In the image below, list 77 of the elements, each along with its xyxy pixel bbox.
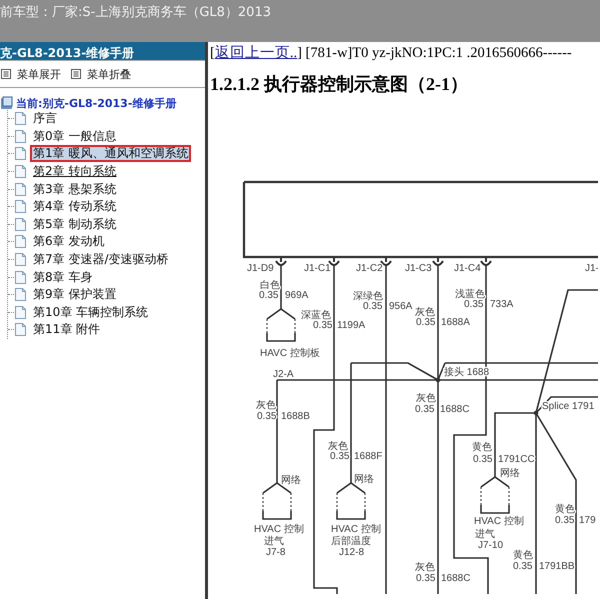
- diagram-label: 0.35: [473, 454, 492, 465]
- diagram-label: 0.35: [363, 301, 382, 312]
- menu-toggle-button[interactable]: 菜单折叠: [71, 66, 131, 82]
- tree-item[interactable]: 第9章 保护装置: [30, 286, 120, 304]
- diagram-label: J7-8: [266, 547, 286, 558]
- tree-item[interactable]: 第5章 制动系统: [30, 216, 120, 233]
- section-heading: 1.2.1.2 执行器控制示意图（2-1）: [210, 73, 469, 96]
- diagram-label: 0.35: [257, 411, 276, 422]
- diagram-label: J7-10: [478, 540, 504, 551]
- diagram-label: 灰色: [415, 307, 435, 318]
- diagram-label: 灰色: [328, 441, 348, 452]
- diagram-label: 0.35: [416, 573, 436, 584]
- diagram-label: J2-A: [273, 369, 294, 380]
- diagram-label: 1688F: [354, 451, 382, 462]
- menu-toggle-button[interactable]: 菜单展开: [1, 66, 61, 82]
- diagram-label: 进气: [264, 536, 284, 547]
- tree-item[interactable]: 序言: [30, 110, 60, 128]
- diagram-label: 1199A: [337, 320, 366, 331]
- diagram-label: 网络: [281, 475, 301, 486]
- breadcrumb-line: [返回上一页..] [781-w]T0 yz-jkNO:1PC:1 .2016560666------: [210, 44, 573, 62]
- diagram-label: 0.35: [416, 317, 436, 328]
- diagram-label: 黄色: [472, 442, 492, 453]
- diagram-label: 0.35: [555, 515, 574, 526]
- tree-root-label[interactable]: 当前:别克-GL8-2013-维修手册: [16, 96, 176, 110]
- tree-item[interactable]: 第0章 一般信息: [30, 128, 120, 145]
- diagram-label: 1688A: [441, 317, 470, 328]
- diagram-label: HVAC 控制: [474, 516, 524, 527]
- tree-item[interactable]: 第10章 车辆控制系统: [30, 304, 152, 321]
- diagram-label: 0.35: [415, 404, 434, 415]
- tree-item[interactable]: 第4章 传动系统: [30, 198, 120, 216]
- diagram-label: 网络: [354, 474, 374, 485]
- diagram-label: HAVC 控制板: [260, 348, 320, 359]
- diagram-label: HVAC 控制: [254, 524, 304, 535]
- diagram-label: 733A: [490, 299, 514, 310]
- diagram-label: 1688C: [440, 404, 470, 415]
- diagram-label: 0.35: [259, 290, 278, 301]
- diagram-label: 1791BB: [539, 561, 575, 572]
- diagram-label: 白色: [260, 280, 280, 291]
- diagram-label: J1-D9: [247, 263, 274, 274]
- diagram-label: HVAC 控制: [331, 524, 381, 535]
- diagram-label: 网络: [500, 468, 520, 479]
- manual-title: 克-GL8-2013-维修手册: [0, 46, 134, 60]
- diagram-label: 0.35: [513, 561, 532, 572]
- diagram-label: 969A: [285, 290, 308, 301]
- tree-item[interactable]: 第6章 发动机: [30, 233, 108, 250]
- diagram-label: 灰色: [416, 393, 436, 404]
- diagram-label: 1688B: [281, 411, 310, 422]
- diagram-label: J1-C4: [454, 263, 481, 274]
- back-link[interactable]: 返回上一页..: [214, 45, 298, 61]
- diagram-label: 956A: [389, 301, 412, 312]
- diagram-label: 黄色: [555, 504, 575, 515]
- diagram-label: 黄色: [513, 550, 533, 561]
- tree-item[interactable]: 第8章 车身: [30, 268, 96, 286]
- tree-item[interactable]: 第1章 暖风、通风和空调系统: [30, 145, 192, 162]
- diagram-label: 后部温度: [331, 536, 371, 547]
- diagram-label: 179: [579, 515, 596, 526]
- diagram-label: 浅蓝色: [455, 289, 485, 300]
- diagram-label: 1688C: [441, 573, 470, 584]
- diagram-label: J12-8: [339, 547, 364, 558]
- tree-item[interactable]: 第11章 附件: [30, 321, 104, 338]
- diagram-label: 深蓝色: [301, 310, 331, 321]
- diagram-label: J1-C1: [304, 263, 331, 274]
- diagram-label: 深绿色: [353, 291, 383, 302]
- diagram-label: 灰色: [415, 562, 435, 573]
- tree-item[interactable]: 第3章 悬架系统: [30, 180, 120, 198]
- diagram-label: 0.35: [313, 320, 332, 331]
- tree-item[interactable]: 第2章 转向系统: [30, 163, 120, 180]
- diagram-label: 灰色: [256, 400, 276, 411]
- diagram-label: J1-C2: [356, 263, 383, 274]
- tree-item[interactable]: 第7章 变速器/变速驱动桥: [30, 251, 172, 268]
- diagram-label: Splice 1791: [542, 401, 594, 412]
- vehicle-title: 前车型：厂家:S-上海别克商务车（GL8）2013: [0, 4, 272, 21]
- diagram-label: 1791CC: [498, 454, 535, 465]
- diagram-label: 0.35: [464, 299, 484, 310]
- diagram-label: J1-C3: [405, 263, 432, 274]
- diagram-label: 进气: [475, 529, 495, 540]
- diagram-label: 0.35: [330, 451, 350, 462]
